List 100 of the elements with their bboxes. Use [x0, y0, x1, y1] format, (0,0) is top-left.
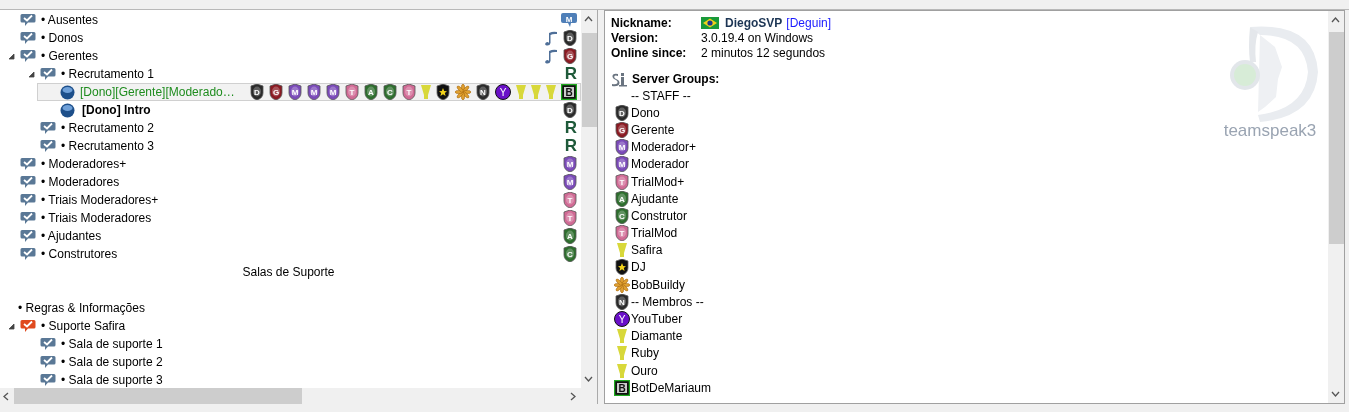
- scroll-right-icon[interactable]: [570, 392, 576, 401]
- section-title: Server Groups:: [632, 72, 720, 86]
- bot-badge-icon: B: [614, 379, 630, 396]
- channel-name[interactable]: • Suporte Safira: [41, 319, 126, 333]
- channel-icon[interactable]: [20, 13, 36, 27]
- shield-icon: C: [615, 207, 629, 224]
- scrollbar-thumb[interactable]: [582, 33, 597, 127]
- shield-icon: T: [563, 210, 577, 226]
- channel-name[interactable]: • Sala de suporte 3: [61, 373, 163, 387]
- shield-icon: M: [326, 84, 340, 100]
- collapse-arrow-icon[interactable]: [27, 70, 35, 78]
- channel-icon[interactable]: [40, 67, 56, 81]
- field-value: 2 minutos 12 segundos: [701, 45, 826, 60]
- shield-icon: D: [563, 102, 577, 118]
- channel-icon[interactable]: [20, 319, 36, 333]
- channel-name[interactable]: • Gerentes: [41, 49, 98, 63]
- star-shield-icon: [615, 259, 629, 276]
- channel-icon[interactable]: [20, 211, 36, 225]
- channel-icon[interactable]: [20, 157, 36, 171]
- star-shield-icon: [436, 84, 450, 100]
- channel-icon[interactable]: [20, 229, 36, 243]
- channel-name[interactable]: • Recrutamento 3: [61, 139, 154, 153]
- shield-icon: M: [563, 156, 577, 172]
- server-group-name: Diamante: [631, 329, 683, 344]
- shield-icon: D: [563, 30, 577, 46]
- shield-icon: M: [288, 84, 302, 100]
- client-row[interactable]: [Dono][Gerente][Moderado… D G M M M T A C T N Y B: [37, 83, 581, 101]
- collapse-arrow-icon[interactable]: [7, 52, 15, 60]
- circle-badge-icon: Y: [495, 84, 511, 100]
- channel-name[interactable]: • Triais Moderadores: [41, 211, 152, 225]
- shield-icon: N: [615, 293, 629, 310]
- channel-name[interactable]: • Sala de suporte 2: [61, 355, 163, 369]
- spacer-channel-name[interactable]: Salas de Suporte: [242, 265, 335, 279]
- shield-icon: T: [402, 84, 416, 100]
- client-status-icon: [60, 84, 75, 100]
- channel-name[interactable]: • Ausentes: [41, 13, 98, 27]
- vertical-scrollbar[interactable]: [581, 10, 597, 388]
- nickname-tag-link[interactable]: [Deguin]: [786, 15, 832, 30]
- server-group-name: DJ: [631, 260, 646, 275]
- channel-icon[interactable]: [20, 31, 36, 45]
- field-label: Nickname:: [611, 15, 673, 30]
- logo-text: teamspeak3: [1223, 121, 1317, 141]
- channel-name[interactable]: • Moderadores+: [41, 157, 127, 171]
- cup-icon: [546, 84, 556, 100]
- shield-icon: A: [563, 228, 577, 244]
- bot-badge-icon: B: [561, 84, 577, 100]
- client-name[interactable]: [Dono] Intro: [82, 103, 151, 117]
- channel-icon[interactable]: [20, 193, 36, 207]
- shield-icon: C: [563, 246, 577, 262]
- scroll-up-icon[interactable]: [1331, 17, 1340, 23]
- channel-icon[interactable]: [40, 355, 56, 369]
- channel-icon[interactable]: [20, 49, 36, 63]
- channel-icon[interactable]: [40, 373, 56, 387]
- vertical-scrollbar[interactable]: [1328, 11, 1344, 403]
- shield-icon: G: [269, 84, 283, 100]
- channel-icon[interactable]: [40, 337, 56, 351]
- shield-icon: D: [615, 104, 629, 121]
- cup-icon: [531, 84, 541, 100]
- channel-name[interactable]: • Construtores: [41, 247, 118, 261]
- scrollbar-thumb[interactable]: [1329, 32, 1344, 244]
- channel-name[interactable]: • Moderadores: [41, 175, 120, 189]
- scroll-left-icon[interactable]: [3, 392, 9, 401]
- nickname-value: DiegoSVP: [725, 15, 783, 30]
- scroll-down-icon[interactable]: [584, 376, 593, 382]
- channel-name[interactable]: • Sala de suporte 1: [61, 337, 163, 351]
- field-value: 3.0.19.4 on Windows: [701, 30, 814, 45]
- channel-name[interactable]: • Recrutamento 2: [61, 121, 154, 135]
- cup-icon: [421, 84, 431, 100]
- shield-icon: T: [615, 173, 629, 190]
- server-group-name: TrialMod+: [631, 174, 685, 189]
- channel-icon[interactable]: [20, 175, 36, 189]
- scroll-up-icon[interactable]: [584, 16, 593, 22]
- cup-icon: [516, 84, 526, 100]
- server-group-name: BobBuildy: [631, 277, 686, 292]
- scroll-down-icon[interactable]: [1331, 391, 1340, 397]
- shield-icon: A: [364, 84, 378, 100]
- client-row[interactable]: [Dono] Intro D: [0, 101, 581, 119]
- collapse-arrow-icon[interactable]: [7, 322, 15, 330]
- server-group-name: -- Membros --: [631, 294, 704, 309]
- cup-icon: [617, 328, 627, 345]
- scrollbar-thumb[interactable]: [14, 388, 302, 404]
- channel-icon[interactable]: [40, 139, 56, 153]
- rank-letter: R: [564, 120, 577, 136]
- client-name[interactable]: [Dono][Gerente][Moderado…: [80, 85, 235, 99]
- channel-icon[interactable]: [40, 121, 56, 135]
- shield-icon: T: [563, 192, 577, 208]
- shield-icon: D: [250, 84, 264, 100]
- channel-name[interactable]: • Ajudantes: [41, 229, 102, 243]
- channel-name[interactable]: • Triais Moderadores+: [41, 193, 159, 207]
- spacer-channel-name[interactable]: • Regras & Informações: [18, 301, 145, 315]
- channel-icon[interactable]: [20, 247, 36, 261]
- server-group-name: Dono: [631, 105, 660, 120]
- server-groups-icon: [611, 71, 628, 87]
- rank-letter: R: [564, 66, 577, 82]
- shield-icon: G: [563, 48, 577, 64]
- channel-name[interactable]: • Donos: [41, 31, 84, 45]
- horizontal-scrollbar[interactable]: [0, 388, 597, 404]
- channel-name[interactable]: • Recrutamento 1: [61, 67, 154, 81]
- shield-icon: N: [476, 84, 490, 100]
- music-note-icon: [544, 48, 558, 64]
